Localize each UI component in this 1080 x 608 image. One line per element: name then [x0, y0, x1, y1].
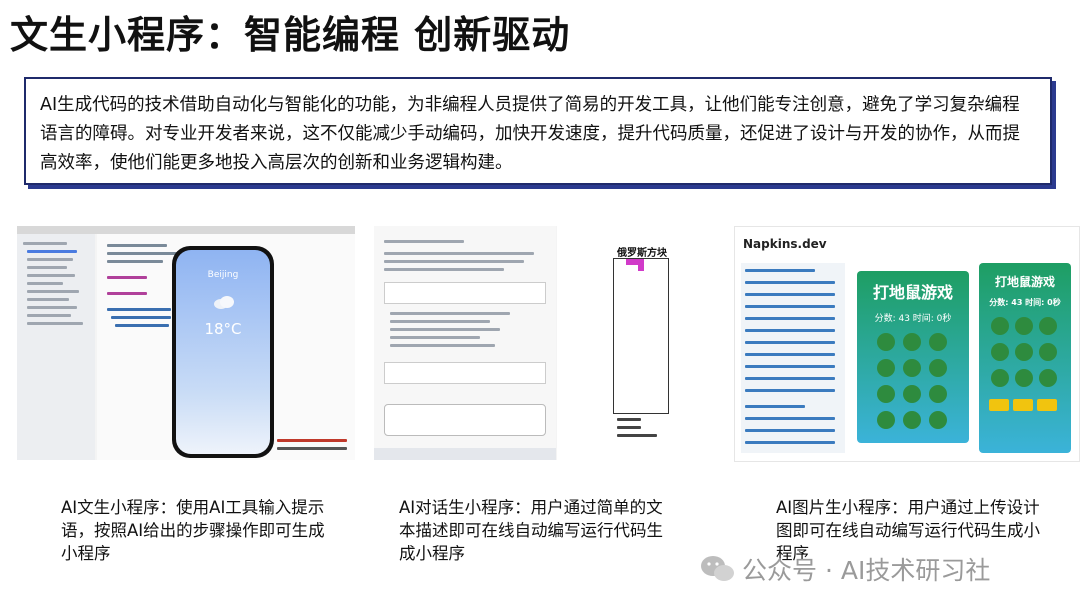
napkins-screenshot: Napkins.dev 打地鼠游戏 分数: 43 时间: 0秒 打地鼠游戏 分数…	[734, 226, 1080, 462]
napkins-logo: Napkins.dev	[743, 237, 827, 251]
game-title: 俄罗斯方块	[617, 248, 667, 259]
caption-text-to-app: AI文生小程序：使用AI工具输入提示语，按照AI给出的步骤操作即可生成小程序	[61, 498, 325, 563]
score-label: 分数: 43 时间: 0秒	[989, 298, 1061, 307]
wechat-icon	[700, 554, 736, 590]
intro-box: AI生成代码的技术借助自动化与智能化的功能，为非编程人员提供了简易的开发工具，让…	[24, 77, 1052, 185]
window-titlebar	[17, 226, 355, 234]
temperature-label: 18°C	[204, 320, 242, 338]
xcode-screenshot: Beijing 18°C	[17, 226, 355, 460]
game-title: 打地鼠游戏	[872, 283, 953, 302]
caption-chat-to-app: AI对话生小程序：用户通过简单的文本描述即可在线自动编写运行代码生成小程序	[399, 498, 663, 563]
watermark-text: 公众号 · AI技术研习社	[742, 556, 991, 585]
whack-a-mole-preview-2: 打地鼠游戏 分数: 43 时间: 0秒	[979, 263, 1071, 453]
code-panel	[741, 263, 845, 453]
project-navigator	[17, 234, 95, 460]
tetris-board	[613, 258, 669, 414]
iphone-simulator: Beijing 18°C	[172, 246, 274, 458]
game-title: 打地鼠游戏	[994, 275, 1055, 289]
chat-panel	[374, 226, 556, 460]
weather-screen: Beijing 18°C	[176, 250, 270, 454]
page-title: 文生小程序：智能编程 创新驱动	[10, 13, 571, 57]
game-preview: 俄罗斯方块	[557, 226, 723, 460]
cloud-icon	[213, 294, 235, 313]
chat-screenshot: 俄罗斯方块	[374, 226, 723, 460]
watermark: 公众号 · AI技术研习社	[700, 551, 990, 590]
chat-input[interactable]	[384, 404, 546, 436]
whack-a-mole-preview-1: 打地鼠游戏 分数: 43 时间: 0秒	[857, 271, 969, 443]
city-label: Beijing	[207, 270, 239, 280]
score-label: 分数: 43 时间: 0秒	[874, 314, 952, 324]
taskbar	[374, 448, 556, 460]
